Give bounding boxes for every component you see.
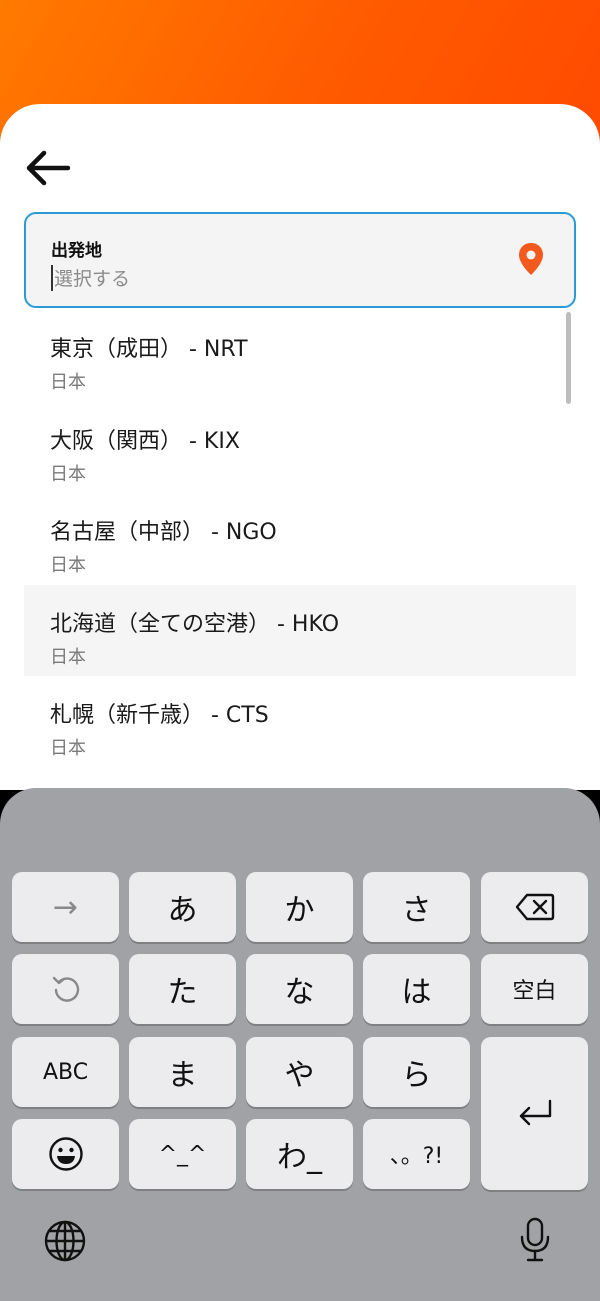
airport-item[interactable]: 東京（成田） - NRT 日本 bbox=[24, 310, 576, 402]
text-cursor bbox=[51, 264, 53, 291]
key-space[interactable]: 空白 bbox=[481, 954, 588, 1024]
airport-list: 東京（成田） - NRT 日本 大阪（関西） - KIX 日本 名古屋（中部） … bbox=[24, 310, 576, 768]
key-na[interactable]: な bbox=[246, 954, 353, 1024]
airport-item[interactable]: 北海道（全ての空港） - HKO 日本 bbox=[24, 584, 576, 676]
airport-name: 大阪（関西） - KIX bbox=[50, 428, 240, 454]
key-abc[interactable]: ABC bbox=[12, 1037, 119, 1107]
airport-country: 日本 bbox=[50, 555, 86, 577]
undo-icon bbox=[52, 976, 79, 1002]
departure-label: 出発地 bbox=[51, 241, 102, 261]
return-icon bbox=[519, 1099, 551, 1125]
airport-item[interactable]: 大阪（関西） - KIX 日本 bbox=[24, 402, 576, 494]
japanese-kana-keyboard: → あ か さ た な は 空白 ABC ま や ら ^_^ わ_ 、。?! bbox=[0, 788, 600, 1301]
key-ka[interactable]: か bbox=[246, 872, 353, 942]
location-pin-icon[interactable] bbox=[518, 242, 544, 276]
departure-placeholder: 選択する bbox=[54, 268, 131, 290]
airport-country: 日本 bbox=[50, 738, 86, 760]
departure-input[interactable]: 選択する bbox=[51, 264, 130, 291]
key-punctuation[interactable]: 、。?! bbox=[363, 1119, 470, 1189]
key-emoji[interactable] bbox=[12, 1119, 119, 1189]
emoji-icon bbox=[48, 1137, 83, 1171]
key-backspace[interactable] bbox=[481, 872, 588, 942]
key-return[interactable] bbox=[481, 1037, 588, 1190]
airport-country: 日本 bbox=[50, 372, 86, 394]
dictation-button[interactable] bbox=[510, 1214, 560, 1266]
airport-item[interactable]: 札幌（新千歳） - CTS 日本 bbox=[24, 676, 576, 768]
backspace-icon bbox=[515, 893, 554, 921]
airport-name: 北海道（全ての空港） - HKO bbox=[50, 611, 340, 637]
airport-name: 名古屋（中部） - NGO bbox=[50, 520, 277, 545]
airport-name: 札幌（新千歳） - CTS bbox=[50, 703, 269, 728]
key-next-arrow[interactable]: → bbox=[12, 872, 119, 942]
keyboard-switch-button[interactable] bbox=[40, 1216, 90, 1266]
key-ha[interactable]: は bbox=[363, 954, 470, 1024]
microphone-icon bbox=[520, 1217, 550, 1262]
globe-icon bbox=[44, 1220, 86, 1262]
key-ma[interactable]: ま bbox=[129, 1037, 236, 1107]
key-kaomoji[interactable]: ^_^ bbox=[129, 1119, 236, 1189]
key-ta[interactable]: た bbox=[129, 954, 236, 1024]
key-sa[interactable]: さ bbox=[363, 872, 470, 942]
key-ya[interactable]: や bbox=[246, 1037, 353, 1107]
airport-country: 日本 bbox=[50, 646, 86, 668]
airport-selection-sheet: 出発地 選択する 東京（成田） - NRT 日本 大阪（関西） - KIX 日本… bbox=[0, 104, 600, 790]
back-arrow-icon bbox=[26, 150, 70, 186]
key-a[interactable]: あ bbox=[129, 872, 236, 942]
airport-name: 東京（成田） - NRT bbox=[50, 337, 248, 362]
airport-country: 日本 bbox=[50, 463, 86, 485]
key-ra[interactable]: ら bbox=[363, 1037, 470, 1107]
key-undo[interactable] bbox=[12, 954, 119, 1024]
airport-item[interactable]: 名古屋（中部） - NGO 日本 bbox=[24, 493, 576, 585]
departure-field[interactable]: 出発地 選択する bbox=[24, 212, 576, 308]
key-wa[interactable]: わ_ bbox=[246, 1119, 353, 1189]
list-scrollbar[interactable] bbox=[566, 312, 571, 404]
back-button[interactable] bbox=[24, 144, 80, 192]
